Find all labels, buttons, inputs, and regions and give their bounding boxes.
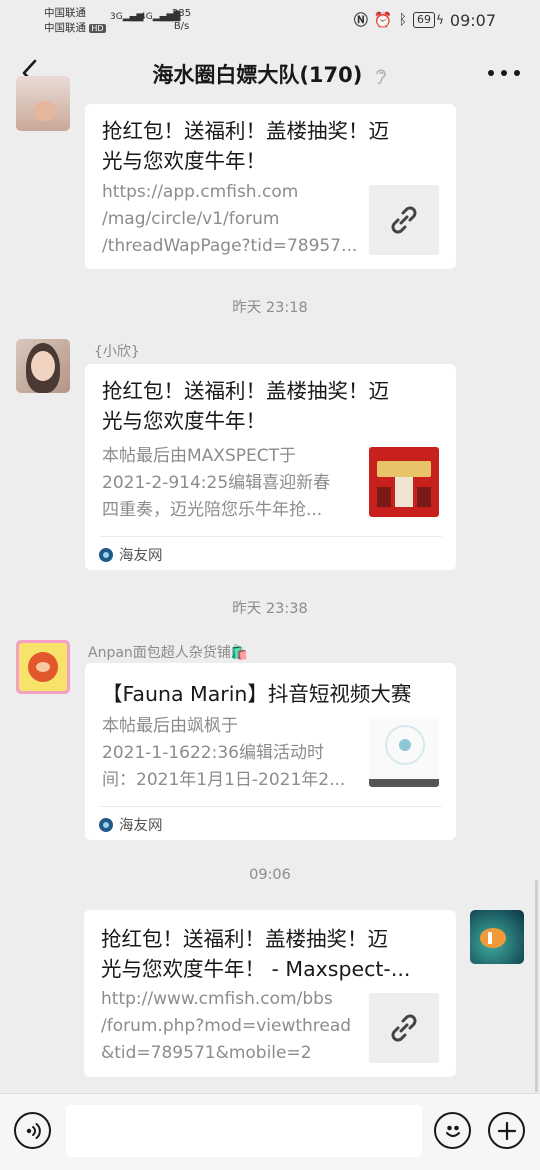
link-message-card[interactable]: 抢红包！送福利！盖楼抽奖！迈 光与您欢度牛年！ https://app.cmfi… — [85, 104, 456, 269]
sender-name: {小欣} — [94, 344, 140, 360]
scrollbar[interactable] — [535, 880, 538, 1092]
voice-button[interactable] — [14, 1112, 51, 1149]
chat-header: 海水圈白嫖大队(170) — [0, 42, 540, 104]
card-divider — [99, 806, 442, 807]
card-title: 【Fauna Marin】抖音短视频大赛 — [102, 682, 412, 706]
composer-bar — [0, 1093, 540, 1170]
timestamp: 09:06 — [249, 867, 291, 883]
hd-badge: HD — [89, 24, 106, 33]
carrier-1: 中国联通 — [44, 7, 86, 19]
clock: 09:07 — [449, 10, 496, 30]
card-description: 本帖最后由飒枫于 2021-1-1622:36编辑活动时 间：2021年1月1日… — [102, 716, 346, 790]
card-description: http://www.cmfish.com/bbs /forum.php?mod… — [101, 989, 352, 1063]
avatar[interactable] — [16, 76, 70, 131]
emoji-button[interactable] — [434, 1112, 471, 1149]
chat-title-text: 海水圈白嫖大队(170) — [152, 63, 363, 87]
card-title: 抢红包！送福利！盖楼抽奖！迈 光与您欢度牛年！ — [102, 379, 389, 433]
card-source: 海友网 — [99, 544, 163, 565]
link-message-card[interactable]: 抢红包！送福利！盖楼抽奖！迈 光与您欢度牛年！ - Maxspect-... h… — [84, 910, 456, 1077]
link-thumbnail — [369, 185, 439, 255]
chat-title: 海水圈白嫖大队(170) — [0, 59, 540, 89]
charging-icon: ϟ — [435, 13, 444, 27]
voice-icon — [26, 1122, 41, 1139]
plus-icon — [497, 1121, 516, 1140]
card-description: https://app.cmfish.com /mag/circle/v1/fo… — [102, 182, 358, 256]
link-message-card[interactable]: 抢红包！送福利！盖楼抽奖！迈 光与您欢度牛年！ 本帖最后由MAXSPECT于 2… — [85, 364, 456, 570]
avatar[interactable] — [16, 339, 70, 393]
more-button[interactable] — [488, 60, 520, 86]
sender-name: Anpan面包超人杂货铺🛍️ — [88, 645, 249, 661]
emoji-icon — [445, 1125, 460, 1137]
card-description: 本帖最后由MAXSPECT于 2021-2-914:25编辑喜迎新春 四重奏，迈… — [102, 446, 331, 520]
carrier-info: 中国联通 中国联通 HD — [44, 6, 106, 36]
battery-icon: 69 — [412, 12, 435, 28]
more-icon — [488, 70, 494, 76]
bluetooth-icon: ᛒ — [398, 12, 407, 28]
link-message-card[interactable]: 【Fauna Marin】抖音短视频大赛 本帖最后由飒枫于 2021-1-162… — [85, 663, 456, 840]
status-right: Ⓝ ⏰ ᛒ 69 ϟ 09:07 — [354, 10, 496, 30]
timestamp: 昨天 23:38 — [232, 601, 308, 617]
card-source: 海友网 — [99, 814, 163, 835]
carrier-2: 中国联通 — [44, 22, 86, 34]
signal-1-icon: 3G▂▄▆ — [110, 12, 144, 22]
timestamp: 昨天 23:18 — [232, 300, 308, 316]
link-icon — [391, 206, 417, 234]
card-title: 抢红包！送福利！盖楼抽奖！迈 光与您欢度牛年！ - Maxspect-... — [101, 927, 411, 981]
article-thumbnail — [369, 447, 439, 517]
status-bar: 中国联通 中国联通 HD 3G▂▄▆ 4G▂▄▆█ 235 B/s Ⓝ ⏰ ᛒ … — [0, 0, 540, 42]
ear-icon — [375, 69, 386, 85]
link-thumbnail — [369, 993, 439, 1063]
message-input[interactable] — [66, 1105, 422, 1157]
source-logo-icon — [99, 547, 113, 562]
article-thumbnail — [369, 717, 439, 787]
card-title: 抢红包！送福利！盖楼抽奖！迈 光与您欢度牛年！ — [102, 119, 389, 173]
avatar-self[interactable] — [470, 910, 524, 964]
net-speed: 235 B/s — [172, 8, 192, 32]
source-logo-icon — [99, 817, 113, 832]
more-functions-button[interactable] — [488, 1112, 525, 1149]
link-icon — [391, 1014, 417, 1042]
avatar[interactable] — [16, 640, 70, 694]
card-divider — [99, 536, 442, 537]
alarm-icon: ⏰ — [373, 11, 393, 29]
nfc-icon: Ⓝ — [353, 13, 368, 29]
